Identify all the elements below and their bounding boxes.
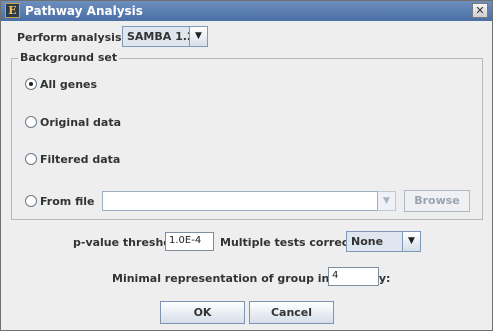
app-logo-icon: E — [5, 3, 20, 18]
close-button[interactable]: ✕ — [472, 3, 488, 18]
radio-original-data[interactable] — [25, 116, 37, 128]
cancel-button[interactable]: Cancel — [249, 301, 334, 324]
pathway-analysis-dialog: E Pathway Analysis ✕ Perform analysis on… — [0, 0, 493, 331]
correction-value: None — [351, 235, 384, 248]
chevron-down-icon[interactable]: ▼ — [402, 232, 420, 251]
correction-select[interactable]: None ▼ — [346, 231, 421, 252]
radio-all-genes[interactable] — [25, 78, 37, 90]
file-dropdown-arrow-icon[interactable]: ▼ — [378, 191, 396, 211]
title-bar[interactable]: E Pathway Analysis ✕ — [1, 1, 492, 21]
window-title: Pathway Analysis — [25, 4, 143, 18]
pvalue-threshold-field[interactable]: 1.0E-4 — [165, 232, 214, 251]
min-representation-field[interactable]: 4 — [328, 267, 379, 286]
background-set-group: Background set All genes Original data F… — [11, 51, 483, 220]
radio-from-file[interactable] — [25, 195, 37, 207]
analysis-target-select[interactable]: SAMBA 1.2 ▼ — [122, 26, 208, 47]
ok-button[interactable]: OK — [160, 301, 245, 324]
file-path-input[interactable] — [102, 191, 378, 211]
browse-button[interactable]: Browse — [404, 190, 470, 212]
radio-all-genes-label[interactable]: All genes — [40, 78, 97, 91]
chevron-down-icon[interactable]: ▼ — [189, 27, 207, 46]
background-set-title: Background set — [18, 51, 120, 64]
radio-from-file-label[interactable]: From file — [40, 195, 94, 208]
radio-filtered-data[interactable] — [25, 153, 37, 165]
radio-filtered-data-label[interactable]: Filtered data — [40, 153, 120, 166]
radio-original-data-label[interactable]: Original data — [40, 116, 121, 129]
analysis-target-value: SAMBA 1.2 — [127, 30, 195, 43]
